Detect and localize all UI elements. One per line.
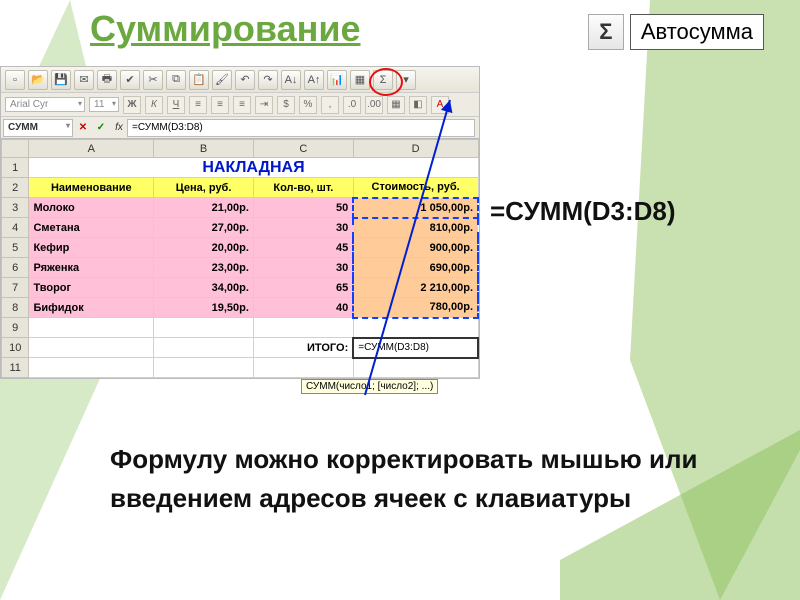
col-price-header[interactable]: Цена, руб. bbox=[154, 178, 254, 198]
row-header-3[interactable]: 3 bbox=[2, 198, 29, 218]
save-icon[interactable]: 💾 bbox=[51, 70, 71, 90]
italic-button[interactable]: К bbox=[145, 96, 163, 114]
fx-icon[interactable]: fx bbox=[111, 120, 127, 136]
spreadsheet-app: ▫ 📂 💾 ✉ 🖶 ✔ ✂ ⧉ 📋 🖌 ↶ ↷ A↓ A↑ 📊 ▦ Σ ▾ Ar… bbox=[0, 66, 480, 379]
cell-cost[interactable]: 780,00р. bbox=[353, 298, 478, 318]
cell-cost[interactable]: 2 210,00р. bbox=[353, 278, 478, 298]
cell-name[interactable]: Бифидок bbox=[29, 298, 154, 318]
formula-bar: СУММ ✕ ✓ fx =СУММ(D3:D8) bbox=[1, 117, 479, 139]
align-right-icon[interactable]: ≡ bbox=[233, 96, 251, 114]
cell-price[interactable]: 23,00р. bbox=[154, 258, 254, 278]
comma-icon[interactable]: , bbox=[321, 96, 339, 114]
font-size-select[interactable]: 11 bbox=[89, 97, 119, 112]
cell-name[interactable]: Сметана bbox=[29, 218, 154, 238]
row-header-5[interactable]: 5 bbox=[2, 238, 29, 258]
row-header-6[interactable]: 6 bbox=[2, 258, 29, 278]
cell-qty[interactable]: 65 bbox=[253, 278, 353, 298]
row-header-4[interactable]: 4 bbox=[2, 218, 29, 238]
col-header-A[interactable]: A bbox=[29, 140, 154, 158]
row-header-2[interactable]: 2 bbox=[2, 178, 29, 198]
cell-name[interactable]: Творог bbox=[29, 278, 154, 298]
standard-toolbar: ▫ 📂 💾 ✉ 🖶 ✔ ✂ ⧉ 📋 🖌 ↶ ↷ A↓ A↑ 📊 ▦ Σ ▾ bbox=[1, 67, 479, 93]
cell-cost[interactable]: 690,00р. bbox=[353, 258, 478, 278]
select-all-corner[interactable] bbox=[2, 140, 29, 158]
row-header-1[interactable]: 1 bbox=[2, 158, 29, 178]
font-name-select[interactable]: Arial Cyr bbox=[5, 97, 85, 112]
col-header-B[interactable]: B bbox=[154, 140, 254, 158]
sort-desc-icon[interactable]: A↑ bbox=[304, 70, 324, 90]
redo-icon[interactable]: ↷ bbox=[258, 70, 278, 90]
row-header-9[interactable]: 9 bbox=[2, 318, 29, 338]
cell-cost[interactable]: 810,00р. bbox=[353, 218, 478, 238]
cell-cost[interactable]: 900,00р. bbox=[353, 238, 478, 258]
cells-grid[interactable]: A B C D 1 НАКЛАДНАЯ 2 Наименование Цена,… bbox=[1, 139, 479, 378]
cell-price[interactable]: 21,00р. bbox=[154, 198, 254, 218]
underline-button[interactable]: Ч bbox=[167, 96, 185, 114]
undo-icon[interactable]: ↶ bbox=[235, 70, 255, 90]
col-cost-header[interactable]: Стоимость, руб. bbox=[353, 178, 478, 198]
name-box[interactable]: СУММ bbox=[3, 119, 73, 137]
cell-qty[interactable]: 40 bbox=[253, 298, 353, 318]
cell-name[interactable]: Кефир bbox=[29, 238, 154, 258]
cell-qty[interactable]: 30 bbox=[253, 258, 353, 278]
mail-icon[interactable]: ✉ bbox=[74, 70, 94, 90]
paste-icon[interactable]: 📋 bbox=[189, 70, 209, 90]
cell-price[interactable]: 19,50р. bbox=[154, 298, 254, 318]
cut-icon[interactable]: ✂ bbox=[143, 70, 163, 90]
bold-button[interactable]: Ж bbox=[123, 96, 141, 114]
sort-asc-icon[interactable]: A↓ bbox=[281, 70, 301, 90]
cell-name[interactable]: Ряженка bbox=[29, 258, 154, 278]
cell-cost[interactable]: 1 050,00р. bbox=[353, 198, 478, 218]
row-header-8[interactable]: 8 bbox=[2, 298, 29, 318]
font-color-icon[interactable]: A bbox=[431, 96, 449, 114]
row-header-11[interactable]: 11 bbox=[2, 358, 29, 378]
fill-color-icon[interactable]: ◧ bbox=[409, 96, 427, 114]
new-icon[interactable]: ▫ bbox=[5, 70, 25, 90]
autosum-button[interactable]: Σ bbox=[373, 70, 393, 90]
explanation-text: Формулу можно корректировать мышью или в… bbox=[110, 440, 700, 518]
cell-qty[interactable]: 45 bbox=[253, 238, 353, 258]
cell-qty[interactable]: 50 bbox=[253, 198, 353, 218]
formula-display: =СУММ(D3:D8) bbox=[490, 196, 676, 227]
print-icon[interactable]: 🖶 bbox=[97, 70, 117, 90]
decrease-decimal-icon[interactable]: .0 bbox=[343, 96, 361, 114]
itogo-label[interactable]: ИТОГО: bbox=[253, 338, 353, 358]
table-icon[interactable]: ▦ bbox=[350, 70, 370, 90]
merge-icon[interactable]: ⇥ bbox=[255, 96, 273, 114]
autosum-callout: Σ Автосумма bbox=[588, 14, 764, 50]
col-name-header[interactable]: Наименование bbox=[29, 178, 154, 198]
sigma-icon: Σ bbox=[588, 14, 624, 50]
spell-icon[interactable]: ✔ bbox=[120, 70, 140, 90]
formula-input[interactable]: =СУММ(D3:D8) bbox=[127, 119, 475, 137]
borders-icon[interactable]: ▦ bbox=[387, 96, 405, 114]
col-qty-header[interactable]: Кол-во, шт. bbox=[253, 178, 353, 198]
col-header-C[interactable]: C bbox=[253, 140, 353, 158]
open-icon[interactable]: 📂 bbox=[28, 70, 48, 90]
format-toolbar: Arial Cyr 11 Ж К Ч ≡ ≡ ≡ ⇥ $ % , .0 .00 … bbox=[1, 93, 479, 117]
cell-price[interactable]: 20,00р. bbox=[154, 238, 254, 258]
cell-price[interactable]: 34,00р. bbox=[154, 278, 254, 298]
sheet-title[interactable]: НАКЛАДНАЯ bbox=[29, 158, 478, 178]
accept-formula-icon[interactable]: ✓ bbox=[93, 120, 109, 136]
page-title: Суммирование bbox=[90, 8, 361, 50]
format-painter-icon[interactable]: 🖌 bbox=[212, 70, 232, 90]
row-header-7[interactable]: 7 bbox=[2, 278, 29, 298]
cancel-formula-icon[interactable]: ✕ bbox=[75, 120, 91, 136]
cell-price[interactable]: 27,00р. bbox=[154, 218, 254, 238]
increase-decimal-icon[interactable]: .00 bbox=[365, 96, 383, 114]
align-center-icon[interactable]: ≡ bbox=[211, 96, 229, 114]
currency-icon[interactable]: $ bbox=[277, 96, 295, 114]
row-header-10[interactable]: 10 bbox=[2, 338, 29, 358]
align-left-icon[interactable]: ≡ bbox=[189, 96, 207, 114]
chart-icon[interactable]: 📊 bbox=[327, 70, 347, 90]
col-header-D[interactable]: D bbox=[353, 140, 478, 158]
cell-qty[interactable]: 30 bbox=[253, 218, 353, 238]
function-tooltip: СУММ(число1; [число2]; ...) bbox=[301, 379, 438, 394]
autosum-label: Автосумма bbox=[630, 14, 764, 50]
percent-icon[interactable]: % bbox=[299, 96, 317, 114]
cell-name[interactable]: Молоко bbox=[29, 198, 154, 218]
active-cell-D10[interactable]: =СУММ(D3:D8) bbox=[353, 338, 478, 358]
copy-icon[interactable]: ⧉ bbox=[166, 70, 186, 90]
